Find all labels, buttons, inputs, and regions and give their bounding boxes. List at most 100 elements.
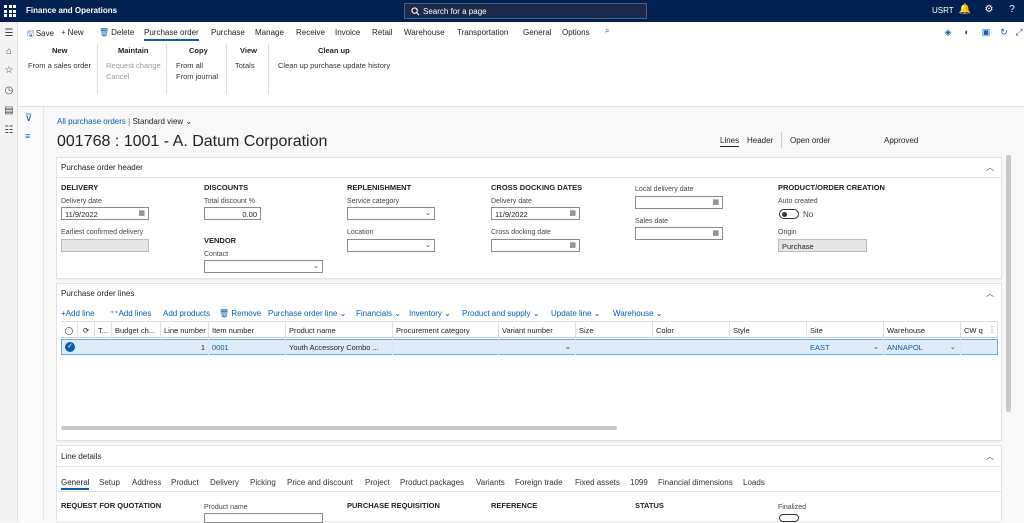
column-header[interactable]: Product name [286,322,393,338]
maximize-icon[interactable]: ⤢ [1013,27,1024,39]
column-header[interactable]: Color [653,322,730,338]
tab-delivery[interactable]: Delivery [210,478,239,487]
app-launcher-icon[interactable] [4,5,16,17]
all-purchase-orders-link[interactable]: All purchase orders [57,117,126,126]
column-header[interactable]: Style [730,322,807,338]
total-discount-field[interactable]: 0.00 [204,207,261,220]
sales-date-field[interactable]: ▦ [635,227,723,240]
tab-manage[interactable]: Manage [255,28,284,37]
po-header-title[interactable]: Purchase order header [61,163,143,172]
delete-button[interactable]: 🗑 Delete [99,28,134,37]
calendar-icon[interactable]: ▦ [569,209,576,217]
horizontal-scrollbar[interactable] [61,426,617,430]
menu-warehouse[interactable]: Warehouse ⌄ [613,309,663,318]
column-header[interactable]: Budget ch... [112,322,161,338]
bell-icon[interactable]: 🔔 [958,4,972,18]
calendar-icon[interactable]: ▦ [712,229,719,237]
attachments-icon[interactable]: ▣ [980,27,992,39]
cleanup-history-button[interactable]: Clean up purchase update history [278,61,390,70]
product-name-field[interactable] [204,513,323,523]
tab-variants[interactable]: Variants [476,478,505,487]
refresh-column-icon[interactable]: ⟳ [78,322,95,338]
tab-receive[interactable]: Receive [296,28,325,37]
menu-financials[interactable]: Financials ⌄ [356,309,401,318]
filter-icon[interactable]: ⊽ [25,113,32,124]
tab-foreign-trade[interactable]: Foreign trade [515,478,563,487]
column-header[interactable]: Variant number [499,322,576,338]
list-icon[interactable]: ≡ [25,131,30,141]
location-select[interactable]: ⌄ [347,239,435,252]
product-name-cell[interactable]: Youth Accessory Combo ... [286,339,393,355]
request-change-button[interactable]: Request change [106,61,161,70]
tab-purchase-order[interactable]: Purchase order [144,28,199,41]
tab-options[interactable]: Options [562,28,590,37]
crossdock-delivery-field[interactable]: 11/9/2022 ▦ [491,207,580,220]
line-details-title[interactable]: Line details [61,452,101,461]
add-products-button[interactable]: Add products [163,309,210,318]
column-header[interactable]: Procurement category [393,322,499,338]
calendar-icon[interactable]: ▦ [138,209,145,217]
tab-project[interactable]: Project [365,478,390,487]
tab-loads[interactable]: Loads [743,478,765,487]
line-number-cell[interactable]: 1 [161,339,209,355]
column-header[interactable]: Line number [161,322,209,338]
tab-invoice[interactable]: Invoice [335,28,360,37]
site-cell[interactable]: EAST ⌄ [807,339,884,355]
tab-product[interactable]: Product [171,478,199,487]
tab-address[interactable]: Address [132,478,161,487]
office-icon[interactable]: ◐ [961,27,973,39]
star-icon[interactable]: ☆ [3,65,15,77]
more-icon[interactable]: ⋮ [988,325,996,334]
hamburger-icon[interactable]: ☰ [3,28,15,40]
variant-number-cell[interactable]: ⌄ [499,339,576,355]
menu-product-and-supply[interactable]: Product and supply ⌄ [462,309,539,318]
help-icon[interactable]: ? [1005,4,1019,18]
tab-1099[interactable]: 1099 [630,478,648,487]
search-input[interactable]: Search for a page [404,3,647,19]
lines-toggle[interactable]: Lines [720,136,740,147]
copy-from-journal-button[interactable]: From journal [176,72,218,81]
tab-purchase[interactable]: Purchase [211,28,245,37]
app-title[interactable]: Finance and Operations [26,6,117,15]
select-all-checkbox[interactable]: ◯ [61,322,78,338]
new-button[interactable]: + New [61,28,84,37]
column-header[interactable]: Size [576,322,653,338]
tab-product-packages[interactable]: Product packages [400,478,464,487]
crossdock-date-field[interactable]: ▦ [491,239,580,252]
tab-transportation[interactable]: Transportation [457,28,508,37]
tab-general[interactable]: General [523,28,551,37]
collapse-icon[interactable]: ︿ [986,162,994,173]
modules-icon[interactable]: ☷ [3,125,15,137]
tab-picking[interactable]: Picking [250,478,276,487]
vertical-scrollbar[interactable] [1006,155,1011,412]
refresh-icon[interactable]: ↻ [998,27,1010,39]
gear-icon[interactable]: ⚙ [982,4,996,18]
tab-setup[interactable]: Setup [99,478,120,487]
tab-warehouse[interactable]: Warehouse [404,28,445,37]
column-header[interactable]: Item number [209,322,286,338]
auto-created-toggle[interactable] [779,209,799,219]
calendar-icon[interactable]: ▦ [712,198,719,206]
home-icon[interactable]: ⌂ [3,46,15,58]
collapse-icon[interactable]: ︿ [986,288,994,299]
workspaces-icon[interactable]: ▤ [3,105,15,117]
tab-price-and-discount[interactable]: Price and discount [287,478,353,487]
menu-update-line[interactable]: Update line ⌄ [551,309,600,318]
menu-purchase-order-line[interactable]: Purchase order line ⌄ [268,309,346,318]
calendar-icon[interactable]: ▦ [569,241,576,249]
add-line-button[interactable]: +Add line [61,309,95,318]
save-button[interactable]: 🖫 Save [27,28,54,42]
contact-select[interactable]: ⌄ [204,260,323,273]
item-number-link[interactable]: 0001 [209,339,286,355]
tab-general-details[interactable]: General [61,478,90,490]
warehouse-cell[interactable]: ANNAPOL ⌄ [884,339,961,355]
column-header[interactable]: T... [95,322,112,338]
remove-button[interactable]: 🗑 Remove [219,309,261,318]
add-lines-button[interactable]: ⁺⁺Add lines [110,309,151,318]
procurement-category-cell[interactable] [393,339,499,355]
collapse-icon[interactable]: ︿ [986,451,994,462]
column-header[interactable]: Site [807,322,884,338]
menu-inventory[interactable]: Inventory ⌄ [409,309,451,318]
tab-fixed-assets[interactable]: Fixed assets [575,478,620,487]
row-selected-icon[interactable]: ✓ [65,342,75,352]
